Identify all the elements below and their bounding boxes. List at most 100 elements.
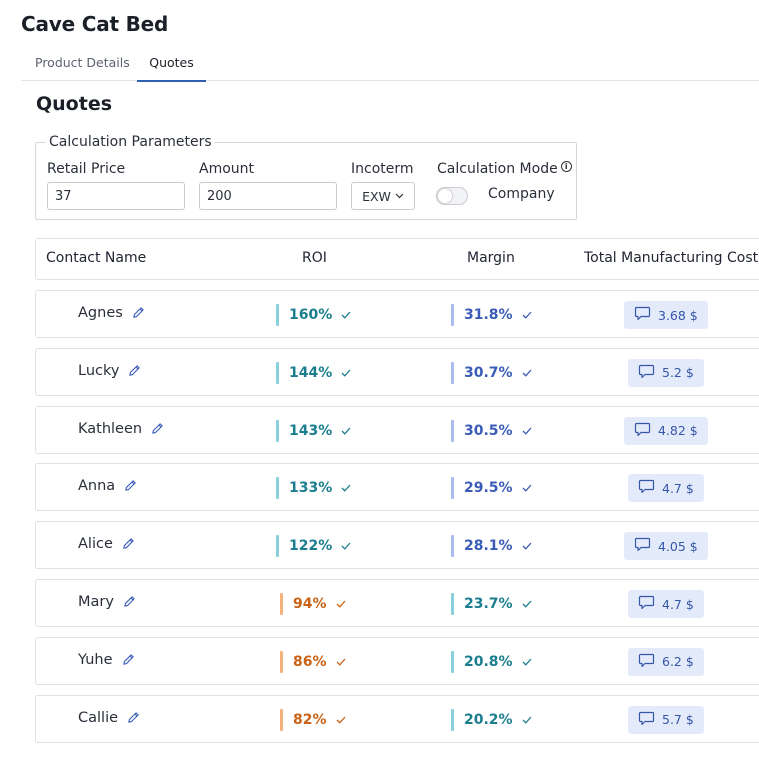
- roi-indicator-bar: [276, 477, 279, 500]
- calculation-mode-option: Company: [488, 186, 555, 202]
- contact-name-text: Alice: [78, 536, 113, 553]
- chat-bubble-icon: [638, 595, 655, 613]
- margin-indicator-bar: [451, 535, 454, 558]
- margin-cell: 23.7%: [451, 593, 532, 615]
- contact-name-text: Callie: [78, 709, 119, 726]
- check-icon: [341, 424, 351, 438]
- incoterm-value: EXW: [362, 188, 391, 204]
- roi-cell: 144%: [276, 361, 351, 384]
- cost-value: 4.7 $: [662, 480, 694, 496]
- chat-bubble-icon: [634, 422, 651, 440]
- chevron-down-icon: [395, 193, 404, 199]
- margin-value: 20.8%: [464, 653, 513, 670]
- header-total-manufacturing-cost[interactable]: Total Manufacturing Cost i: [584, 250, 759, 266]
- header-roi[interactable]: ROI: [302, 250, 327, 266]
- margin-value: 31.8%: [464, 307, 513, 323]
- pencil-icon[interactable]: [122, 653, 136, 667]
- cost-button[interactable]: 5.7 $: [628, 705, 704, 734]
- contact-name-text: Kathleen: [78, 420, 143, 437]
- margin-cell: 28.1%: [451, 535, 532, 558]
- margin-value: 29.5%: [464, 480, 513, 497]
- check-icon: [522, 366, 532, 380]
- cost-button[interactable]: 3.68 $: [624, 301, 708, 329]
- table-row: Anna 133% 29.5% 4.7 $: [35, 463, 759, 512]
- roi-cell: 82%: [280, 708, 346, 731]
- margin-indicator-bar: [451, 708, 454, 731]
- roi-value: 160%: [289, 307, 333, 323]
- check-icon: [522, 713, 532, 727]
- margin-cell: 30.7%: [451, 361, 532, 384]
- roi-value: 144%: [289, 364, 333, 381]
- retail-price-input[interactable]: [47, 182, 185, 210]
- pencil-icon[interactable]: [128, 364, 142, 378]
- contact-name: Mary: [78, 594, 137, 610]
- margin-value: 30.5%: [464, 422, 513, 439]
- amount-input[interactable]: [199, 182, 337, 210]
- cost-button[interactable]: 6.2 $: [628, 647, 704, 676]
- margin-indicator-bar: [451, 477, 454, 500]
- table-row: Alice 122% 28.1% 4.05 $: [35, 521, 759, 570]
- margin-cell: 31.8%: [451, 304, 532, 326]
- pencil-icon[interactable]: [151, 422, 165, 436]
- pencil-icon[interactable]: [122, 537, 136, 551]
- cost-button[interactable]: 4.7 $: [628, 590, 704, 618]
- incoterm-label: Incoterm: [351, 161, 414, 177]
- table-row: Callie 82% 20.2% 5.7 $: [35, 694, 759, 743]
- roi-cell: 122%: [276, 535, 351, 558]
- pencil-icon[interactable]: [127, 711, 141, 725]
- contact-name-text: Agnes: [78, 305, 123, 321]
- margin-cell: 20.2%: [451, 708, 532, 731]
- check-icon: [336, 655, 346, 669]
- chat-bubble-icon: [634, 537, 651, 555]
- margin-value: 30.7%: [464, 364, 513, 381]
- margin-indicator-bar: [451, 593, 454, 615]
- margin-indicator-bar: [451, 304, 454, 326]
- cost-value: 4.05 $: [658, 538, 698, 554]
- roi-cell: 86%: [280, 650, 346, 673]
- cost-button[interactable]: 4.05 $: [624, 532, 708, 561]
- margin-cell: 29.5%: [451, 477, 532, 500]
- roi-value: 122%: [289, 538, 333, 555]
- contact-name-text: Lucky: [78, 362, 120, 379]
- incoterm-select[interactable]: EXW: [351, 182, 415, 210]
- cost-button[interactable]: 4.82 $: [624, 416, 708, 445]
- pencil-icon[interactable]: [123, 595, 137, 609]
- calculation-mode-toggle[interactable]: [436, 187, 468, 205]
- roi-value: 94%: [293, 596, 327, 612]
- check-icon: [522, 539, 532, 553]
- pencil-icon[interactable]: [124, 479, 138, 493]
- roi-indicator-bar: [276, 361, 279, 384]
- contact-name-text: Anna: [78, 478, 116, 495]
- section-title: Quotes: [36, 93, 113, 115]
- tab-product-details[interactable]: Product Details: [35, 52, 130, 81]
- cost-value: 4.7 $: [662, 596, 694, 612]
- table-row: Yuhe 86% 20.8% 6.2 $: [35, 636, 759, 685]
- cost-button[interactable]: 5.2 $: [628, 358, 704, 387]
- check-icon: [336, 713, 346, 727]
- table-row: Agnes 160% 31.8% 3.68 $: [35, 290, 759, 338]
- calculation-mode-label: Calculation Mode i: [437, 161, 572, 177]
- info-icon[interactable]: i: [560, 161, 572, 172]
- amount-label: Amount: [199, 161, 255, 177]
- roi-value: 133%: [289, 480, 333, 497]
- cost-value: 6.2 $: [662, 654, 694, 670]
- roi-cell: 160%: [276, 304, 351, 326]
- tab-quotes[interactable]: Quotes: [137, 52, 206, 82]
- margin-value: 23.7%: [464, 596, 513, 612]
- check-icon: [522, 597, 532, 611]
- contact-name: Kathleen: [78, 421, 165, 437]
- chat-bubble-icon: [638, 364, 655, 382]
- margin-cell: 20.8%: [451, 650, 532, 673]
- contact-name: Agnes: [78, 305, 146, 321]
- check-icon: [522, 481, 532, 495]
- header-contact-name[interactable]: Contact Name: [46, 250, 146, 266]
- header-margin[interactable]: Margin: [467, 250, 515, 266]
- table-row: Kathleen 143% 30.5% 4.82 $: [35, 405, 759, 454]
- roi-value: 86%: [293, 653, 327, 670]
- roi-cell: 143%: [276, 419, 351, 442]
- contact-name-text: Yuhe: [78, 651, 113, 668]
- cost-button[interactable]: 4.7 $: [628, 474, 704, 503]
- margin-indicator-bar: [451, 419, 454, 442]
- check-icon: [522, 655, 532, 669]
- pencil-icon[interactable]: [132, 306, 146, 320]
